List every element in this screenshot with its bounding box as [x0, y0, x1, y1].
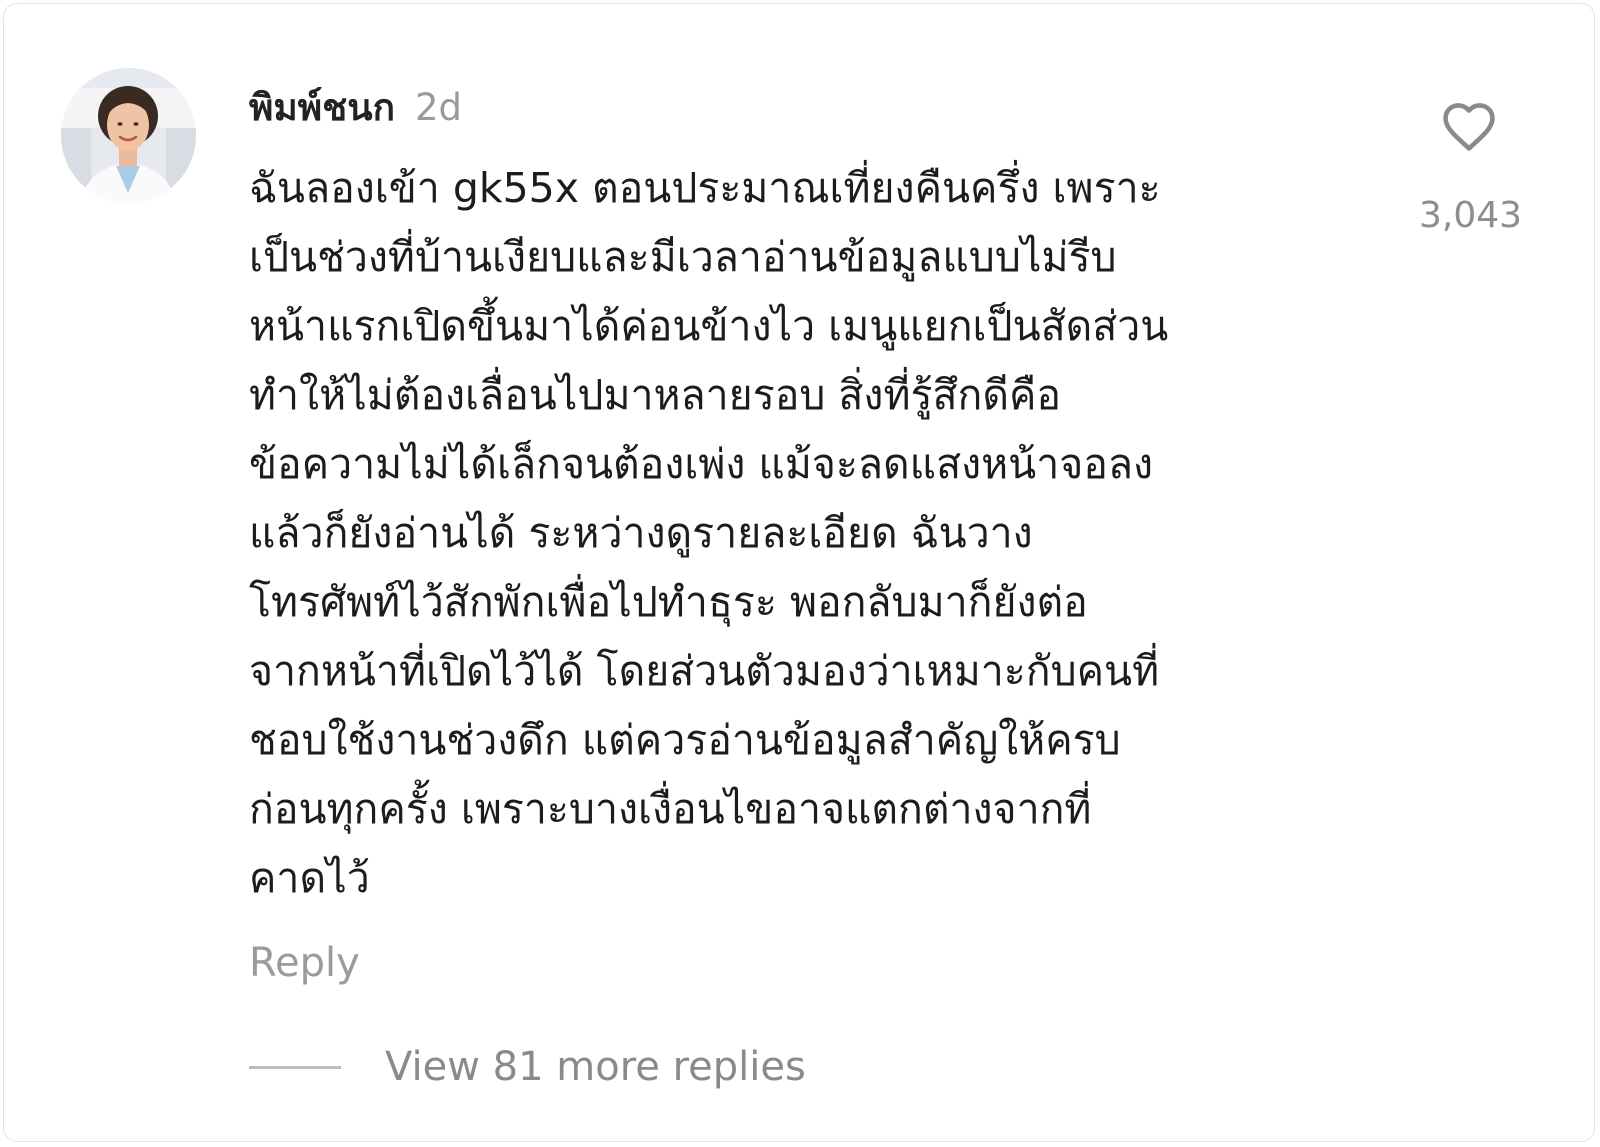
comment-line: ทำให้ไม่ต้องเลื่อนไปมาหลายรอบ สิ่งที่รู้…: [249, 371, 1062, 419]
like-count: 3,043: [1419, 195, 1523, 236]
comment-line: ชอบใช้งานช่วงดึก แต่ควรอ่านข้อมูลสำคัญให…: [249, 716, 1121, 764]
comment-line: เป็นช่วงที่บ้านเงียบและมีเวลาอ่านข้อมูลแ…: [249, 233, 1117, 281]
comment-line: คาดไว้: [249, 854, 370, 902]
comment-text: ฉันลองเข้า gk55x ตอนประมาณเที่ยงคืนครึ่ง…: [249, 154, 1384, 913]
comment-line: ฉันลองเข้า gk55x ตอนประมาณเที่ยงคืนครึ่ง…: [249, 164, 1161, 212]
comment-line: จากหน้าที่เปิดไว้ได้ โดยส่วนตัวมองว่าเหม…: [249, 647, 1160, 695]
comment-line: ก่อนทุกครั้ง เพราะบางเงื่อนไขอาจแตกต่างจ…: [249, 785, 1092, 833]
comment-header: พิมพ์ชนก 2d: [249, 78, 463, 129]
view-more-replies-button[interactable]: View 81 more replies: [249, 1044, 806, 1090]
comment-line: แล้วก็ยังอ่านได้ ระหว่างดูรายละเอียด ฉัน…: [249, 509, 1033, 557]
divider-line: [249, 1065, 341, 1069]
comment-line: หน้าแรกเปิดขึ้นมาได้ค่อนข้างไว เมนูแยกเป…: [249, 302, 1169, 350]
avatar[interactable]: [61, 68, 196, 203]
timestamp: 2d: [414, 86, 463, 129]
view-more-replies-label: View 81 more replies: [385, 1044, 806, 1090]
username[interactable]: พิมพ์ชนก: [249, 78, 395, 137]
heart-outline-icon[interactable]: [1440, 99, 1498, 153]
comment-line: ข้อความไม่ได้เล็กจนต้องเพ่ง แม้จะลดแสงหน…: [249, 440, 1154, 488]
comment-line: โทรศัพท์ไว้สักพักเพื่อไปทำธุระ พอกลับมาก…: [249, 578, 1088, 626]
comment-card: พิมพ์ชนก 2d ฉันลองเข้า gk55x ตอนประมาณเท…: [3, 3, 1595, 1142]
like-control: 3,043: [1419, 99, 1523, 236]
reply-button[interactable]: Reply: [249, 940, 360, 986]
